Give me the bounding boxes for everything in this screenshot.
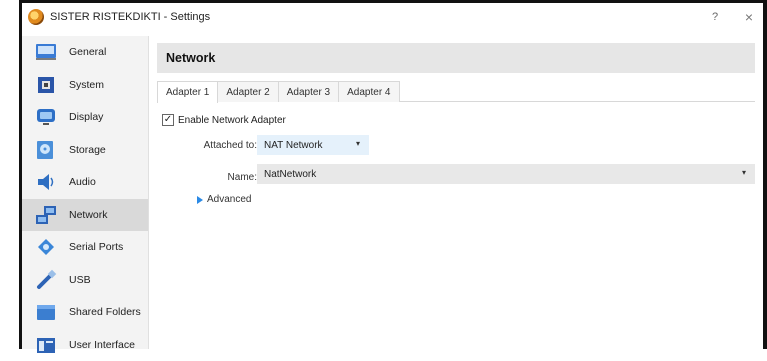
sidebar-item-label: Serial Ports: [69, 241, 123, 253]
tab-adapter-4[interactable]: Adapter 4: [338, 81, 399, 102]
chevron-down-icon: ▾: [356, 139, 360, 148]
title-bar[interactable]: SISTER RISTEKDIKTI - Settings ? ×: [22, 3, 763, 31]
enable-network-adapter-checkbox[interactable]: ✓: [162, 114, 174, 126]
sidebar-item-display[interactable]: Display: [22, 101, 148, 134]
enable-network-adapter-row[interactable]: ✓ Enable Network Adapter: [162, 114, 286, 126]
serial-ports-icon: [34, 236, 58, 258]
adapter-tabs: Adapter 1 Adapter 2 Adapter 3 Adapter 4: [157, 81, 755, 102]
name-select[interactable]: NatNetwork ▾: [257, 164, 755, 184]
virtualbox-app-icon: [28, 9, 44, 25]
enable-network-adapter-label[interactable]: Enable Network Adapter: [178, 115, 286, 126]
window-border-left: [0, 0, 22, 349]
attached-to-select[interactable]: NAT Network ▾: [257, 135, 369, 155]
window-border-right: [763, 0, 767, 349]
sidebar-item-label: USB: [69, 274, 91, 286]
tab-adapter-2[interactable]: Adapter 2: [217, 81, 278, 102]
sidebar-item-system[interactable]: System: [22, 69, 148, 102]
advanced-label: Advanced: [207, 194, 251, 205]
attached-to-label: Attached to:: [185, 140, 257, 151]
display-icon: [34, 106, 58, 128]
storage-icon: [34, 139, 58, 161]
usb-icon: [34, 269, 58, 291]
help-button[interactable]: ?: [703, 7, 727, 27]
system-icon: [34, 74, 58, 96]
name-label: Name:: [185, 172, 257, 183]
sidebar-item-label: Network: [69, 209, 108, 221]
sidebar-item-storage[interactable]: Storage: [22, 134, 148, 167]
sidebar-item-user-interface[interactable]: User Interface: [22, 329, 148, 361]
sidebar-item-shared-folders[interactable]: Shared Folders: [22, 296, 148, 329]
sidebar-item-label: System: [69, 79, 104, 91]
close-button[interactable]: ×: [737, 7, 761, 27]
sidebar-item-audio[interactable]: Audio: [22, 166, 148, 199]
tab-adapter-3[interactable]: Adapter 3: [278, 81, 339, 102]
network-icon: [34, 204, 58, 226]
settings-sidebar: General System Display Storage Audio: [22, 36, 149, 349]
user-interface-icon: [34, 334, 58, 356]
tab-adapter-1[interactable]: Adapter 1: [157, 81, 218, 103]
sidebar-item-label: Storage: [69, 144, 106, 156]
sidebar-item-label: Display: [69, 111, 103, 123]
sidebar-item-label: Audio: [69, 176, 96, 188]
sidebar-item-label: General: [69, 46, 106, 58]
name-value: NatNetwork: [264, 169, 316, 180]
settings-page: Network Adapter 1 Adapter 2 Adapter 3 Ad…: [149, 36, 763, 349]
sidebar-item-serial-ports[interactable]: Serial Ports: [22, 231, 148, 264]
sidebar-item-label: Shared Folders: [69, 306, 141, 318]
sidebar-item-usb[interactable]: USB: [22, 264, 148, 297]
chevron-down-icon: ▾: [742, 168, 746, 177]
shared-folders-icon: [34, 301, 58, 323]
sidebar-item-network[interactable]: Network: [22, 199, 148, 232]
expand-arrow-icon: [197, 196, 203, 204]
attached-to-value: NAT Network: [264, 140, 323, 151]
audio-icon: [34, 171, 58, 193]
window-title: SISTER RISTEKDIKTI - Settings: [50, 11, 210, 23]
sidebar-item-general[interactable]: General: [22, 36, 148, 69]
settings-window: SISTER RISTEKDIKTI - Settings ? × Genera…: [0, 0, 767, 349]
advanced-toggle[interactable]: Advanced: [197, 194, 251, 205]
general-icon: [34, 41, 58, 63]
page-title: Network: [157, 43, 755, 73]
